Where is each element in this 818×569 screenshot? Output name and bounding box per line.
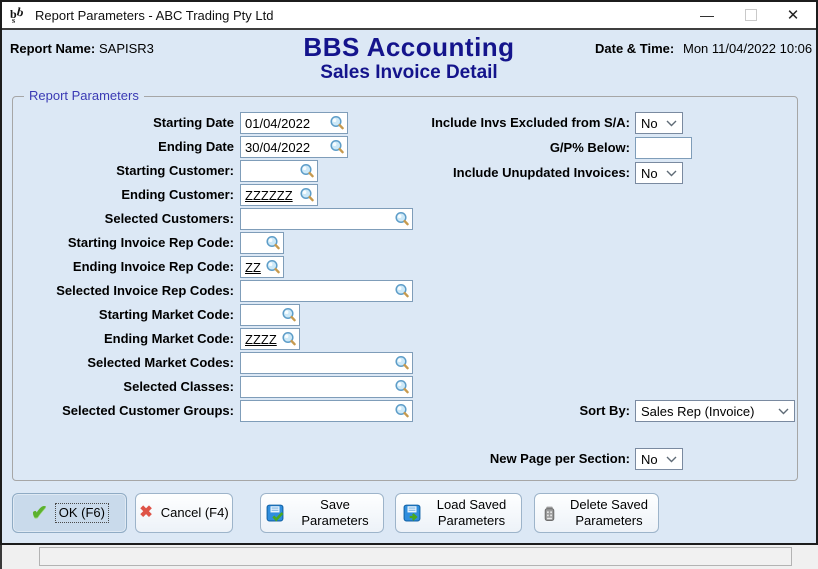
load-saved-parameters-label: Load Saved Parameters [429,497,515,528]
titlebar: b b s Report Parameters - ABC Trading Pt… [2,2,816,30]
search-icon[interactable] [265,235,281,251]
starting-date-label: Starting Date [16,112,234,134]
ending-invoice-rep-code-input[interactable]: ZZ [240,256,284,278]
load-saved-parameters-button[interactable]: Load Saved Parameters [395,493,522,533]
selected-customers-input[interactable] [240,208,413,230]
app-icon: b b s [9,6,27,24]
include-unupdated-dropdown[interactable]: No [635,162,683,184]
ok-button[interactable]: ✔ OK (F6) [12,493,127,533]
background-status-strip [0,545,818,569]
chevron-down-icon [666,456,677,463]
search-icon[interactable] [281,331,297,347]
search-icon[interactable] [299,163,315,179]
starting-market-code-input[interactable] [240,304,300,326]
search-icon[interactable] [394,379,410,395]
sort-by-label: Sort By: [352,400,630,422]
delete-saved-parameters-label: Delete Saved Parameters [566,497,652,528]
close-button[interactable]: ✕ [776,2,810,28]
search-icon[interactable] [394,283,410,299]
window-title: Report Parameters - ABC Trading Pty Ltd [35,8,273,23]
search-icon[interactable] [329,139,345,155]
maximize-icon [745,9,757,21]
selected-market-codes-input[interactable] [240,352,413,374]
ending-market-code-label: Ending Market Code: [16,328,234,350]
ending-date-value: 30/04/2022 [245,140,310,155]
selected-market-codes-label: Selected Market Codes: [16,352,234,374]
new-page-per-section-value: No [641,452,658,467]
include-unupdated-value: No [641,166,658,181]
selected-customers-label: Selected Customers: [16,208,234,230]
include-excluded-sa-value: No [641,116,658,131]
search-icon[interactable] [281,307,297,323]
starting-invoice-rep-code-input[interactable] [240,232,284,254]
starting-customer-input[interactable] [240,160,318,182]
datetime-label: Date & Time: [595,41,674,56]
search-icon[interactable] [299,187,315,203]
starting-date-input[interactable]: 01/04/2022 [240,112,348,134]
sort-by-dropdown[interactable]: Sales Rep (Invoice) [635,400,795,422]
search-icon[interactable] [394,355,410,371]
selected-customer-groups-label: Selected Customer Groups: [16,400,234,422]
new-page-per-section-dropdown[interactable]: No [635,448,683,470]
selected-classes-label: Selected Classes: [16,376,234,398]
chevron-down-icon [666,170,677,177]
cancel-button-label: Cancel (F4) [161,505,229,521]
starting-invoice-rep-code-label: Starting Invoice Rep Code: [16,232,234,254]
ending-date-input[interactable]: 30/04/2022 [240,136,348,158]
check-icon: ✔ [31,503,48,523]
delete-bin-icon [541,505,558,522]
selected-invoice-rep-codes-label: Selected Invoice Rep Codes: [16,280,234,302]
ending-invoice-rep-code-label: Ending Invoice Rep Code: [16,256,234,278]
save-parameters-button[interactable]: Save Parameters [260,493,384,533]
ending-customer-label: Ending Customer: [16,184,234,206]
search-icon[interactable] [329,115,345,131]
cancel-button[interactable]: ✖ Cancel (F4) [135,493,233,533]
background-status-box [39,547,792,566]
delete-saved-parameters-button[interactable]: Delete Saved Parameters [534,493,659,533]
ending-customer-input[interactable]: ZZZZZZ [240,184,318,206]
ending-invoice-rep-code-value: ZZ [245,260,261,275]
groupbox-legend: Report Parameters [24,88,144,103]
include-unupdated-label: Include Unupdated Invoices: [352,162,630,184]
minimize-button[interactable]: — [690,2,724,28]
search-icon[interactable] [394,211,410,227]
cancel-x-icon: ✖ [139,505,152,521]
svg-text:b: b [15,6,25,20]
ending-customer-value: ZZZZZZ [245,188,293,203]
search-icon[interactable] [265,259,281,275]
starting-market-code-label: Starting Market Code: [16,304,234,326]
include-excluded-sa-label: Include Invs Excluded from S/A: [352,112,630,134]
chevron-down-icon [666,120,677,127]
chevron-down-icon [778,408,789,415]
new-page-per-section-label: New Page per Section: [352,448,630,470]
gp-below-input[interactable] [635,137,692,159]
starting-date-value: 01/04/2022 [245,116,310,131]
maximize-button [734,2,768,28]
report-parameters-dialog: b b s Report Parameters - ABC Trading Pt… [0,0,818,545]
save-parameters-label: Save Parameters [292,497,378,528]
selected-classes-input[interactable] [240,376,413,398]
include-excluded-sa-dropdown[interactable]: No [635,112,683,134]
selected-invoice-rep-codes-input[interactable] [240,280,413,302]
datetime-value: Mon 11/04/2022 10:06 [683,41,812,56]
svg-text:s: s [12,16,15,24]
gp-below-label: G/P% Below: [352,137,630,159]
ending-market-code-input[interactable]: ZZZZ [240,328,300,350]
starting-customer-label: Starting Customer: [16,160,234,182]
save-disk-check-icon [266,504,284,522]
ok-button-label: OK (F6) [56,504,108,522]
load-disk-arrow-icon [403,504,421,522]
sort-by-value: Sales Rep (Invoice) [641,404,754,419]
ending-date-label: Ending Date [16,136,234,158]
ending-market-code-value: ZZZZ [245,332,277,347]
report-title: Sales Invoice Detail [2,62,816,84]
